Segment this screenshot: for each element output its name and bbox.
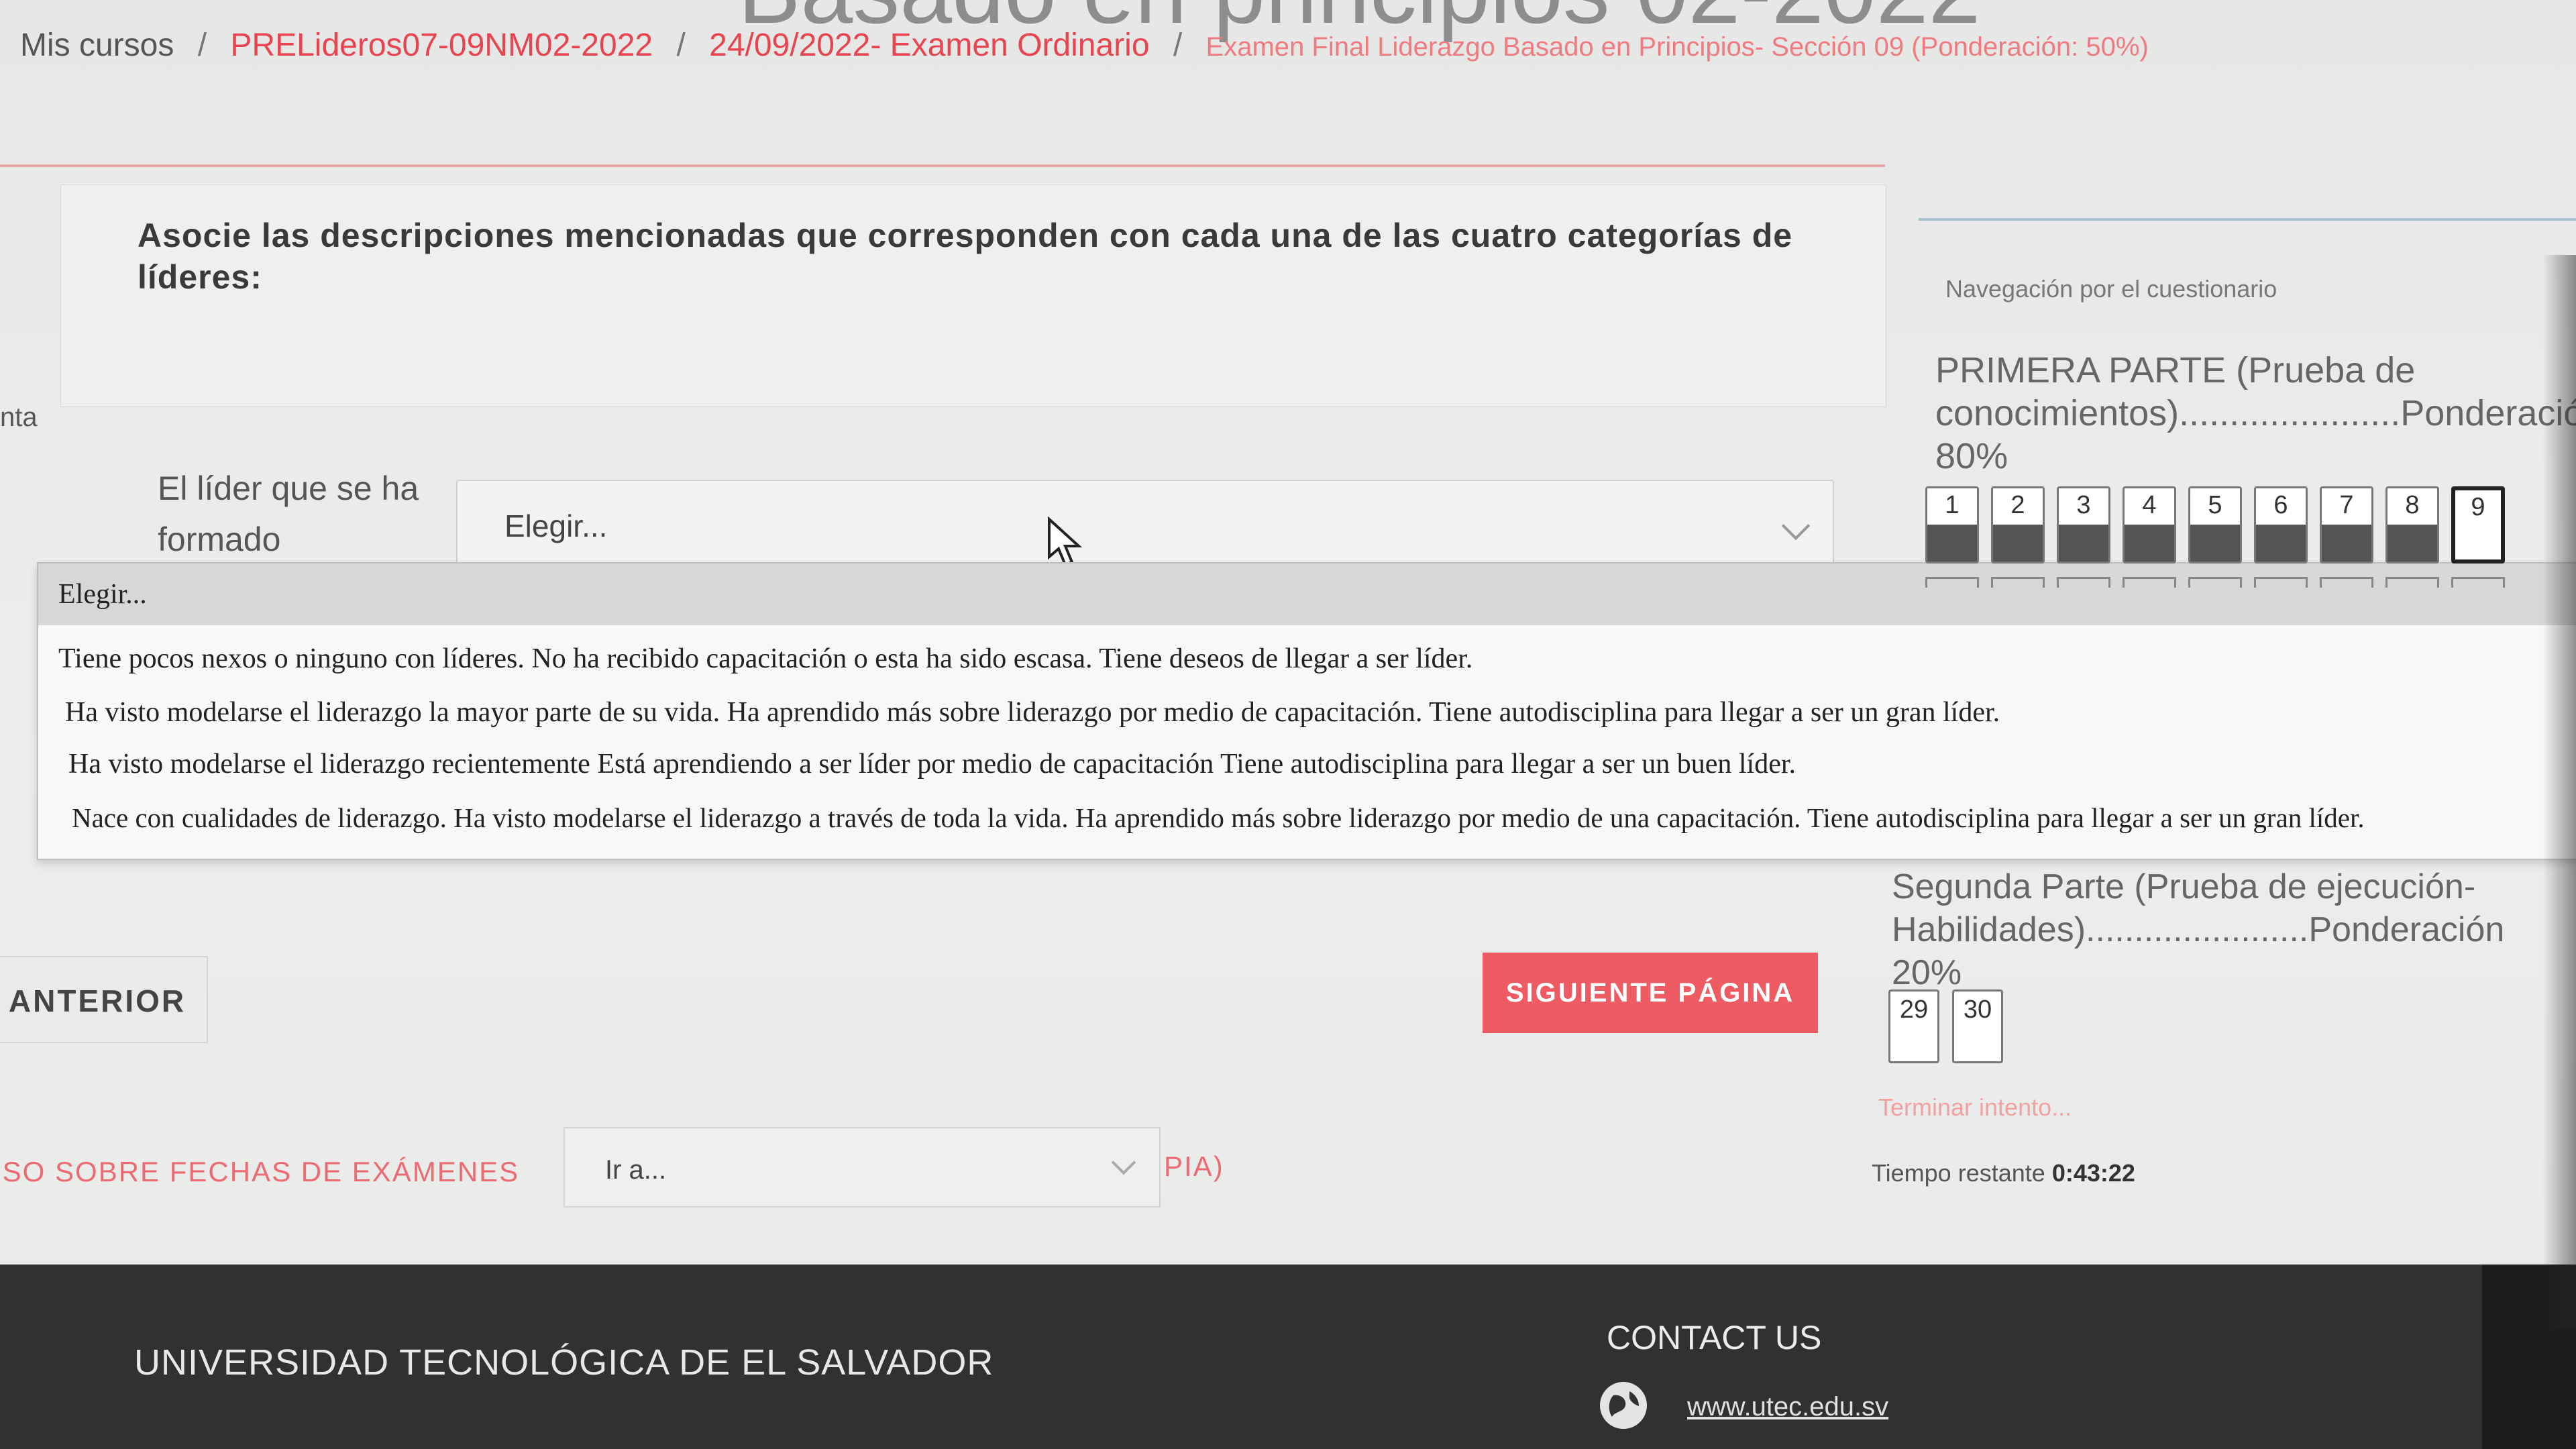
divider bbox=[1919, 218, 2576, 221]
next-page-button[interactable]: SIGUIENTE PÁGINA bbox=[1483, 953, 1818, 1033]
divider bbox=[0, 164, 1885, 167]
question-number: 29 bbox=[1899, 996, 1929, 1024]
footer-university-name: UNIVERSIDAD TECNOLÓGICA DE EL SALVADOR bbox=[134, 1342, 994, 1383]
footer-contact-title: CONTACT US bbox=[1607, 1319, 1822, 1356]
jump-to-value: Ir a... bbox=[605, 1155, 667, 1185]
quiz-nav-question-button[interactable]: 2 bbox=[1991, 486, 2045, 564]
chevron-down-icon bbox=[1781, 511, 1811, 541]
quiz-nav-title: Navegación por el cuestionario bbox=[1945, 275, 2277, 303]
exam-dates-notice-link[interactable]: ISO SOBRE FECHAS DE EXÁMENES bbox=[0, 1156, 519, 1188]
question-number: 3 bbox=[2076, 491, 2091, 519]
question-number: 1 bbox=[1945, 491, 1960, 519]
quiz-nav-question-button[interactable]: 5 bbox=[2188, 486, 2242, 564]
dropdown-option[interactable]: Tiene pocos nexos o ninguno con líderes.… bbox=[58, 643, 1472, 675]
dropdown-option-placeholder[interactable]: Elegir... bbox=[38, 564, 2576, 625]
question-number: 6 bbox=[2273, 491, 2288, 519]
quiz-nav-question-button[interactable] bbox=[2320, 577, 2373, 588]
answered-indicator bbox=[2059, 525, 2108, 561]
quiz-nav-question-button[interactable] bbox=[2188, 577, 2242, 588]
chevron-down-icon bbox=[1111, 1150, 1136, 1175]
previous-page-button[interactable]: ANTERIOR bbox=[0, 956, 208, 1043]
dropdown-option[interactable]: Ha visto modelarse el liderazgo la mayor… bbox=[65, 696, 2000, 729]
answered-indicator bbox=[2322, 525, 2371, 561]
quiz-nav-question-button[interactable]: 8 bbox=[2385, 486, 2439, 564]
question-number: 9 bbox=[2471, 493, 2485, 521]
question-number: 8 bbox=[2405, 491, 2420, 519]
breadcrumb-separator: / bbox=[1173, 28, 1183, 63]
quiz-nav-section1-title: PRIMERA PARTE (Prueba de conocimientos).… bbox=[1935, 350, 2576, 476]
quiz-nav-question-button[interactable]: 29 bbox=[1888, 989, 1939, 1063]
screen-edge-shadow bbox=[2542, 255, 2576, 1328]
answered-indicator bbox=[2387, 525, 2437, 561]
jump-to-select[interactable]: Ir a... bbox=[564, 1127, 1161, 1208]
quiz-nav-question-button[interactable]: 3 bbox=[2057, 486, 2110, 564]
time-remaining-value: 0:43:22 bbox=[2051, 1159, 2135, 1187]
breadcrumb-separator: / bbox=[197, 28, 207, 63]
quiz-nav-question-grid-row2 bbox=[1925, 577, 2569, 588]
quiz-nav-question-button[interactable] bbox=[1991, 577, 2045, 588]
question-number: 30 bbox=[1963, 996, 1992, 1024]
match-item-label: El líder que se ha formado bbox=[158, 470, 419, 558]
quiz-nav-question-button[interactable] bbox=[1925, 577, 1979, 588]
quiz-nav-question-button[interactable]: 7 bbox=[2320, 486, 2373, 564]
question-info-label: nta bbox=[0, 402, 38, 432]
quiz-nav-question-button[interactable] bbox=[2123, 577, 2176, 588]
quiz-nav-question-button[interactable] bbox=[2385, 577, 2439, 588]
answered-indicator bbox=[2256, 525, 2306, 561]
dropdown-option[interactable]: Ha visto modelarse el liderazgo reciente… bbox=[68, 748, 1796, 780]
breadcrumb-current-exam[interactable]: Examen Final Liderazgo Basado en Princip… bbox=[1206, 32, 2149, 62]
question-number: 2 bbox=[2010, 491, 2025, 519]
question-number: 5 bbox=[2208, 491, 2222, 519]
quiz-nav-question-button[interactable] bbox=[2057, 577, 2110, 588]
dropdown-option[interactable]: Nace con cualidades de liderazgo. Ha vis… bbox=[72, 802, 2365, 834]
quiz-nav-section2-title: Segunda Parte (Prueba de ejecución-Habil… bbox=[1892, 867, 2505, 992]
quiz-nav-question-button[interactable] bbox=[2254, 577, 2308, 588]
answered-indicator bbox=[1993, 525, 2043, 561]
match-answer-select[interactable]: Elegir... bbox=[456, 480, 1834, 570]
answered-indicator bbox=[1927, 525, 1977, 561]
finish-attempt-link[interactable]: Terminar intento... bbox=[1878, 1093, 2072, 1122]
quiz-nav-question-button[interactable]: 1 bbox=[1925, 486, 1979, 564]
breadcrumb-course[interactable]: PRELideros07-09NM02-2022 bbox=[230, 28, 653, 63]
next-activity-link[interactable]: PIA) bbox=[1164, 1150, 1224, 1183]
quiz-nav-question-button[interactable] bbox=[2451, 577, 2505, 588]
quiz-nav-question-button[interactable]: 4 bbox=[2123, 486, 2176, 564]
quiz-nav-current-question-button[interactable]: 9 bbox=[2451, 486, 2505, 564]
quiz-nav-question-button[interactable]: 30 bbox=[1952, 989, 2003, 1063]
breadcrumb-separator: / bbox=[676, 28, 686, 63]
answered-indicator bbox=[2125, 525, 2174, 561]
question-number: 4 bbox=[2142, 491, 2157, 519]
time-remaining: Tiempo restante 0:43:22 bbox=[1872, 1159, 2135, 1187]
dropdown-options-list: Elegir... Tiene pocos nexos o ninguno co… bbox=[37, 562, 2576, 860]
globe-icon bbox=[1600, 1382, 1647, 1429]
question-text: Asocie las descripciones mencionadas que… bbox=[138, 217, 1793, 296]
breadcrumb: Mis cursos / PRELideros07-09NM02-2022 / … bbox=[20, 27, 2149, 64]
question-number: 7 bbox=[2339, 491, 2354, 519]
breadcrumb-my-courses[interactable]: Mis cursos bbox=[20, 28, 174, 63]
time-remaining-label: Tiempo restante bbox=[1872, 1159, 2045, 1187]
select-value: Elegir... bbox=[504, 508, 608, 543]
quiz-nav-question-button[interactable]: 6 bbox=[2254, 486, 2308, 564]
answered-indicator bbox=[2190, 525, 2240, 561]
breadcrumb-exam-section[interactable]: 24/09/2022- Examen Ordinario bbox=[709, 28, 1149, 63]
footer-website-link[interactable]: www.utec.edu.sv bbox=[1687, 1392, 1888, 1422]
